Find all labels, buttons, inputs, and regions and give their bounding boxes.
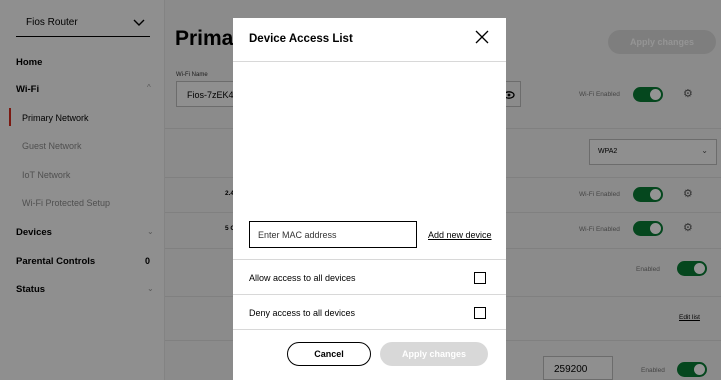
divider — [233, 259, 506, 260]
divider — [233, 61, 506, 62]
mac-address-field[interactable] — [249, 221, 417, 248]
close-icon[interactable] — [473, 28, 491, 46]
allow-all-checkbox[interactable] — [474, 272, 486, 284]
deny-all-label: Deny access to all devices — [249, 308, 356, 318]
apply-changes-button[interactable]: Apply changes — [380, 342, 488, 366]
divider — [233, 294, 506, 295]
dialog-title: Device Access List — [249, 33, 353, 45]
device-access-dialog: Device Access List Add new device Allow … — [233, 18, 506, 380]
deny-all-checkbox[interactable] — [474, 307, 486, 319]
mac-address-input[interactable] — [258, 227, 408, 243]
app-window: Fios Router Home Wi-Fi ^ Primary Network… — [0, 0, 721, 380]
divider — [233, 329, 506, 330]
cancel-button[interactable]: Cancel — [287, 342, 371, 366]
allow-all-label: Allow access to all devices — [249, 273, 356, 283]
add-new-device-link[interactable]: Add new device — [428, 230, 492, 240]
